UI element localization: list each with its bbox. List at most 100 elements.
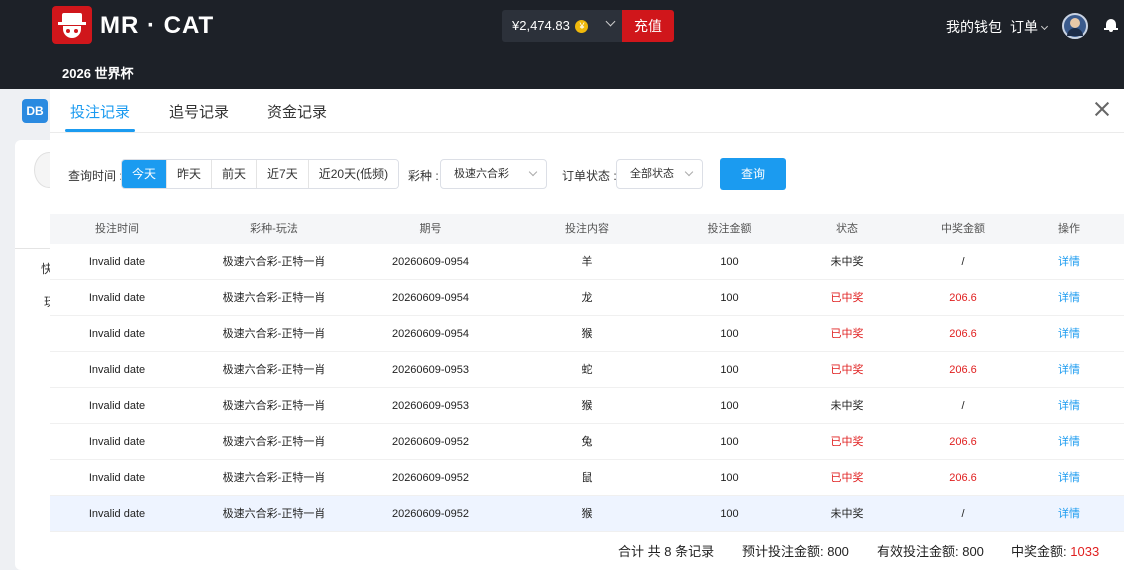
- lottery-filter-label: 彩种 :: [408, 169, 439, 183]
- summary-win: 中奖金额: 1033: [1011, 541, 1099, 560]
- cell-bet-amount: 100: [720, 328, 739, 340]
- cell-bet-content: 龙: [581, 292, 593, 304]
- chevron-down-icon: [528, 167, 538, 177]
- cell-issue-number: 20260609-0953: [391, 364, 470, 376]
- cell-lottery-play: 极速六合彩-正特一肖: [222, 508, 326, 520]
- summary-valid: 有效投注金额: 800: [877, 544, 984, 559]
- time-option-7days[interactable]: 近7天: [257, 160, 309, 188]
- recharge-button[interactable]: 充值: [622, 10, 674, 42]
- query-button[interactable]: 查询: [720, 158, 786, 190]
- close-icon[interactable]: [1094, 101, 1110, 117]
- cell-status: 已中奖: [830, 328, 864, 340]
- active-tab-indicator: [65, 129, 135, 132]
- details-link[interactable]: 详情: [1014, 352, 1124, 387]
- cell-bet-amount: 100: [720, 364, 739, 376]
- cell-issue-number: 20260609-0954: [391, 292, 470, 304]
- cell-issue-number: 20260609-0952: [391, 436, 470, 448]
- status-select-value: 全部状态: [630, 168, 674, 180]
- orders-label: 订单: [1010, 19, 1038, 35]
- tab-chase-records[interactable]: 追号记录: [169, 101, 229, 122]
- cell-win-amount: 206.6: [949, 292, 977, 304]
- cell-win-amount: 206.6: [949, 436, 977, 448]
- time-option-day-before[interactable]: 前天: [212, 160, 258, 188]
- table-row: Invalid date 极速六合彩-正特一肖 20260609-0954 龙 100 已…: [50, 280, 1124, 316]
- column-header: 投注内容: [565, 223, 609, 235]
- cell-bet-content: 羊: [581, 256, 593, 268]
- cell-lottery-play: 极速六合彩-正特一肖: [222, 328, 326, 340]
- db-badge-icon[interactable]: DB: [22, 99, 48, 123]
- cell-status: 未中奖: [830, 400, 864, 412]
- subnav-worldcup[interactable]: 2026 世界杯: [62, 63, 134, 82]
- cell-status: 已中奖: [830, 364, 864, 376]
- cell-bet-time: Invalid date: [88, 328, 146, 340]
- column-header: 状态: [836, 223, 858, 235]
- cell-bet-content: 兔: [581, 436, 593, 448]
- orders-menu[interactable]: 订单: [1010, 17, 1049, 37]
- cell-bet-time: Invalid date: [88, 436, 146, 448]
- wallet-link[interactable]: 我的钱包: [946, 17, 1002, 37]
- table-row: Invalid date 极速六合彩-正特一肖 20260609-0952 鼠 100 已…: [50, 460, 1124, 496]
- column-header: 投注时间: [95, 223, 139, 235]
- cell-status: 已中奖: [830, 472, 864, 484]
- column-header: 中奖金额: [941, 223, 985, 235]
- table-row: Invalid date 极速六合彩-正特一肖 20260609-0953 猴 100 未…: [50, 388, 1124, 424]
- details-link[interactable]: 详情: [1014, 460, 1124, 495]
- cell-bet-amount: 100: [720, 400, 739, 412]
- tab-fund-records[interactable]: 资金记录: [267, 101, 327, 122]
- avatar[interactable]: [1062, 13, 1088, 39]
- cell-bet-amount: 100: [720, 472, 739, 484]
- column-header: 操作: [1058, 223, 1080, 235]
- brand-name[interactable]: MR · CAT: [100, 12, 214, 40]
- coin-icon: ¥: [575, 20, 589, 34]
- lottery-select-value: 极速六合彩: [454, 168, 509, 180]
- status-select[interactable]: 全部状态: [616, 159, 703, 189]
- bell-icon[interactable]: [1104, 18, 1118, 32]
- table-row: Invalid date 极速六合彩-正特一肖 20260609-0954 羊 100 未…: [50, 244, 1124, 280]
- cell-bet-time: Invalid date: [88, 508, 146, 520]
- table-row: Invalid date 极速六合彩-正特一肖 20260609-0953 蛇 100 已…: [50, 352, 1124, 388]
- cell-win-amount: 206.6: [949, 472, 977, 484]
- balance-display[interactable]: ¥2,474.83 ¥: [502, 10, 622, 42]
- time-option-yesterday[interactable]: 昨天: [167, 160, 213, 188]
- cell-lottery-play: 极速六合彩-正特一肖: [222, 436, 326, 448]
- cell-bet-time: Invalid date: [88, 400, 146, 412]
- cell-status: 未中奖: [830, 508, 864, 520]
- cell-lottery-play: 极速六合彩-正特一肖: [222, 292, 326, 304]
- cell-status: 已中奖: [830, 436, 864, 448]
- details-link[interactable]: 详情: [1014, 388, 1124, 423]
- cell-bet-amount: 100: [720, 436, 739, 448]
- cell-win-amount: /: [961, 400, 965, 412]
- cell-bet-amount: 100: [720, 256, 739, 268]
- summary-win-label: 中奖金额:: [1011, 544, 1067, 559]
- table-row: Invalid date 极速六合彩-正特一肖 20260609-0954 猴 100 已…: [50, 316, 1124, 352]
- details-link[interactable]: 详情: [1014, 424, 1124, 459]
- cell-lottery-play: 极速六合彩-正特一肖: [222, 472, 326, 484]
- cell-win-amount: /: [961, 256, 965, 268]
- divider: [15, 248, 55, 249]
- lottery-select[interactable]: 极速六合彩: [440, 159, 547, 189]
- cell-issue-number: 20260609-0954: [391, 256, 470, 268]
- details-link[interactable]: 详情: [1014, 316, 1124, 351]
- tab-bet-records[interactable]: 投注记录: [70, 101, 130, 122]
- cell-win-amount: /: [961, 508, 965, 520]
- time-filter-label: 查询时间 :: [68, 169, 123, 183]
- cell-lottery-play: 极速六合彩-正特一肖: [222, 364, 326, 376]
- summary-expected: 预计投注金额: 800: [742, 544, 849, 559]
- cell-issue-number: 20260609-0954: [391, 328, 470, 340]
- brand-logo-icon[interactable]: [52, 6, 92, 44]
- chevron-down-icon: [684, 167, 694, 177]
- details-link[interactable]: 详情: [1014, 496, 1124, 531]
- cell-issue-number: 20260609-0952: [391, 472, 470, 484]
- cell-bet-content: 猴: [581, 508, 593, 520]
- chevron-down-icon[interactable]: [605, 16, 616, 27]
- time-option-today[interactable]: 今天: [122, 160, 168, 188]
- cell-bet-time: Invalid date: [88, 364, 146, 376]
- table-row: Invalid date 极速六合彩-正特一肖 20260609-0952 兔 100 已…: [50, 424, 1124, 460]
- details-link[interactable]: 详情: [1014, 244, 1124, 279]
- details-link[interactable]: 详情: [1014, 280, 1124, 315]
- time-option-20days[interactable]: 近20天(低频): [308, 160, 399, 188]
- chevron-down-icon: [1040, 22, 1049, 31]
- time-range-selector: 今天 昨天 前天 近7天 近20天(低频): [121, 159, 400, 189]
- cell-issue-number: 20260609-0953: [391, 400, 470, 412]
- top-header: MR · CAT ¥2,474.83 ¥ 充值 我的钱包 订单 2026 世界杯: [0, 0, 1124, 89]
